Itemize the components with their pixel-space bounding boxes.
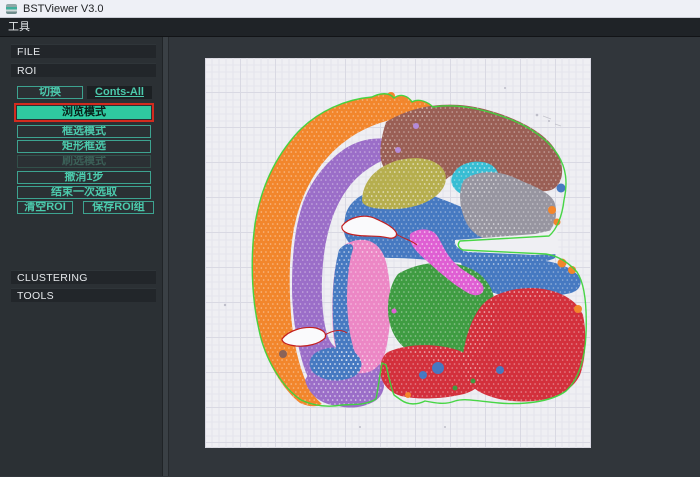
slide-canvas[interactable] [205, 58, 591, 448]
dust-speck [504, 87, 506, 89]
cluster-spot-blue[interactable] [432, 362, 444, 374]
cluster-spot-green[interactable] [453, 386, 458, 391]
cluster-spot-lavender[interactable] [395, 147, 401, 153]
browse-mode-button-highlight: 浏览模式 [14, 103, 154, 122]
cluster-spot-blue[interactable] [557, 184, 566, 193]
section-header-tools[interactable]: TOOLS [11, 288, 156, 302]
menu-bar: 工具 [0, 18, 700, 37]
rect-select-button[interactable]: 矩形框选 [17, 140, 151, 153]
undo-step-button[interactable]: 撤消1步 [17, 171, 151, 184]
contours-selector[interactable]: Conts-All [87, 86, 152, 99]
window-title: BSTViewer V3.0 [23, 0, 104, 18]
dust-speck [224, 304, 226, 306]
browse-mode-button[interactable]: 浏览模式 [17, 106, 151, 119]
save-roi-group-button[interactable]: 保存ROI组 [83, 201, 154, 214]
dust-speck [536, 114, 539, 117]
brush-select-mode-button: 刷选模式 [17, 155, 151, 168]
dust-speck [548, 120, 550, 122]
cluster-spot-orange[interactable] [405, 392, 411, 398]
section-header-file[interactable]: FILE [11, 44, 156, 58]
section-header-roi[interactable]: ROI [11, 63, 156, 77]
viewer-area [169, 37, 700, 476]
cluster-spot-orange[interactable] [399, 96, 405, 102]
toggle-button[interactable]: 切换 [17, 86, 83, 99]
cluster-spot-brown[interactable] [279, 350, 287, 358]
cluster-spot-magenta[interactable] [392, 309, 397, 314]
dust-speck [444, 426, 446, 428]
box-select-mode-button[interactable]: 框选模式 [17, 125, 151, 138]
cluster-spot-orange[interactable] [574, 305, 582, 313]
app-logo-icon [6, 4, 17, 14]
cluster-spot-blue[interactable] [419, 371, 427, 379]
cluster-spot-lavender[interactable] [413, 123, 419, 129]
finish-selection-button[interactable]: 结束一次选取 [17, 186, 151, 199]
cluster-spot-blue[interactable] [496, 366, 504, 374]
clear-roi-button[interactable]: 清空ROI [17, 201, 73, 214]
cluster-spot-green[interactable] [471, 379, 476, 384]
cluster-spot-orange[interactable] [548, 206, 556, 214]
menu-item-tools[interactable]: 工具 [0, 18, 38, 37]
sidebar-panel: FILE ROI 切换 Conts-All 浏览模式 框选模式 矩形框选 刷选模… [0, 37, 163, 476]
section-header-clustering[interactable]: CLUSTERING [11, 270, 156, 284]
window-titlebar: BSTViewer V3.0 [0, 0, 700, 18]
tissue-cluster-map[interactable] [205, 58, 591, 448]
spot-texture [310, 347, 362, 380]
dust-speck [359, 426, 361, 428]
